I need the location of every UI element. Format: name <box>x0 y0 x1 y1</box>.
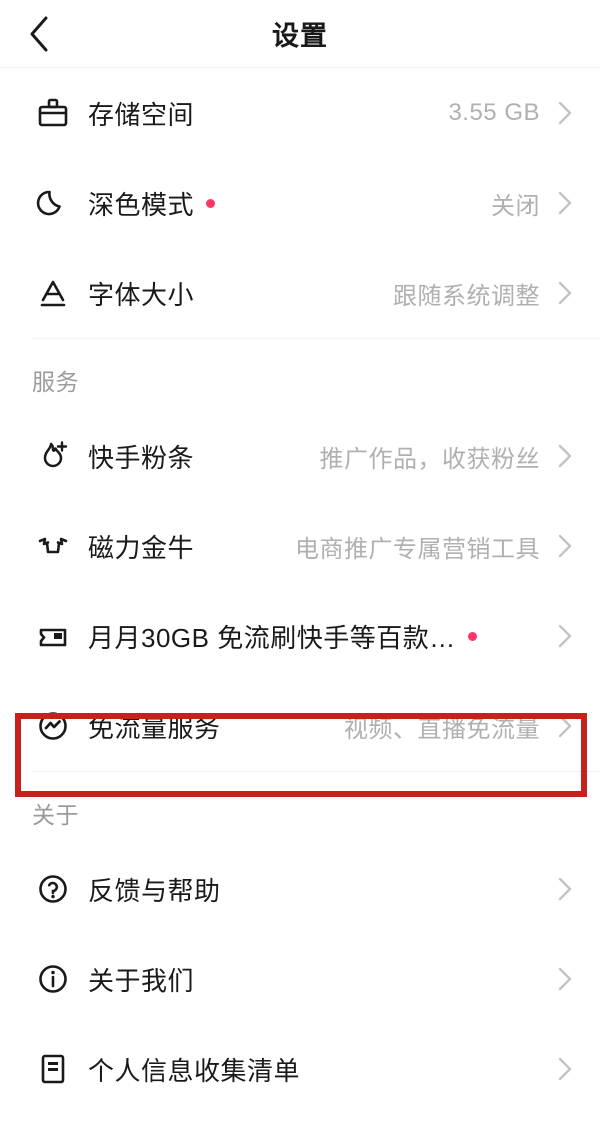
font-size-a-icon <box>32 272 74 314</box>
settings-row-value: 电商推广专属营销工具 <box>295 535 540 563</box>
app-header: 设置 <box>0 0 600 68</box>
settings-row-value: 关闭 <box>491 192 540 220</box>
chevron-right-icon <box>552 1056 578 1082</box>
section-header-about: 关于 <box>32 802 79 828</box>
settings-list-general: 存储空间 3.55 GB 深色模式 关闭 字体大小 跟随系统调整 <box>0 68 600 338</box>
row-label-container: 深色模式 <box>88 185 479 222</box>
settings-row-label: 磁力金牛 <box>88 532 195 563</box>
section-header-services: 服务 <box>32 369 79 395</box>
page-title: 设置 <box>272 21 328 51</box>
settings-row-storage[interactable]: 存储空间 3.55 GB <box>0 68 600 158</box>
info-circle-icon <box>32 958 74 1000</box>
bull-head-icon <box>32 525 74 567</box>
row-label-container: 关于我们 <box>88 961 528 998</box>
chevron-right-icon <box>552 876 578 902</box>
new-badge-dot <box>206 198 216 208</box>
row-label-container: 快手粉条 <box>88 438 308 475</box>
settings-row-label: 免流量服务 <box>88 712 221 743</box>
settings-row-personal-info-list[interactable]: 个人信息收集清单 <box>0 1024 600 1114</box>
sim-card-icon <box>32 615 74 657</box>
settings-row-value: 跟随系统调整 <box>393 282 540 310</box>
chevron-right-icon <box>552 280 578 306</box>
row-label-container: 反馈与帮助 <box>88 871 528 908</box>
chevron-right-icon <box>552 623 578 649</box>
document-list-icon <box>32 1048 74 1090</box>
row-label-container: 字体大小 <box>88 275 381 312</box>
settings-screen: 设置 存储空间 3.55 GB 深色模式 关闭 字体大小 跟随系统调整 服务 快… <box>0 0 600 1130</box>
settings-list-services: 快手粉条 推广作品，收获粉丝 磁力金牛 电商推广专属营销工具 月月30GB 免流… <box>0 411 600 771</box>
settings-row-label: 字体大小 <box>88 279 195 310</box>
new-badge-dot <box>467 631 477 641</box>
settings-row-label: 反馈与帮助 <box>88 875 221 906</box>
moon-icon <box>32 182 74 224</box>
chevron-right-icon <box>552 190 578 216</box>
settings-row-cili-jinniu[interactable]: 磁力金牛 电商推广专属营销工具 <box>0 501 600 591</box>
row-label-container: 免流量服务 <box>88 708 332 745</box>
back-button[interactable] <box>26 12 70 56</box>
chevron-right-icon <box>552 100 578 126</box>
flame-plus-icon <box>32 435 74 477</box>
settings-row-value: 3.55 GB <box>448 99 540 126</box>
settings-row-label: 深色模式 <box>88 189 195 220</box>
row-label-container: 月月30GB 免流刷快手等百款… <box>88 618 528 655</box>
row-label-container: 个人信息收集清单 <box>88 1051 528 1088</box>
settings-row-font-size[interactable]: 字体大小 跟随系统调整 <box>0 248 600 338</box>
settings-row-label: 快手粉条 <box>88 442 195 473</box>
settings-row-value: 推广作品，收获粉丝 <box>319 445 540 473</box>
lightning-circle-icon <box>32 705 74 747</box>
settings-row-label: 存储空间 <box>88 99 195 130</box>
chevron-right-icon <box>552 713 578 739</box>
row-label-container: 存储空间 <box>88 95 436 132</box>
settings-row-value: 视频、直播免流量 <box>344 715 540 743</box>
chevron-left-icon <box>30 16 48 51</box>
settings-row-feedback-help[interactable]: 反馈与帮助 <box>0 844 600 934</box>
settings-row-about-us[interactable]: 关于我们 <box>0 934 600 1024</box>
settings-row-label: 关于我们 <box>88 965 195 996</box>
settings-row-monthly-data[interactable]: 月月30GB 免流刷快手等百款… <box>0 591 600 681</box>
settings-row-kuaishou-fentiao[interactable]: 快手粉条 推广作品，收获粉丝 <box>0 411 600 501</box>
question-circle-icon <box>32 868 74 910</box>
settings-row-dark-mode[interactable]: 深色模式 关闭 <box>0 158 600 248</box>
settings-list-about: 反馈与帮助 关于我们 个人信息收集清单 <box>0 844 600 1114</box>
chevron-right-icon <box>552 443 578 469</box>
row-label-container: 磁力金牛 <box>88 528 283 565</box>
settings-row-label: 个人信息收集清单 <box>88 1055 301 1086</box>
chevron-right-icon <box>552 533 578 559</box>
storage-bucket-icon <box>32 92 74 134</box>
settings-row-free-data-service[interactable]: 免流量服务 视频、直播免流量 <box>0 681 600 771</box>
chevron-right-icon <box>552 966 578 992</box>
settings-row-label: 月月30GB 免流刷快手等百款… <box>88 622 456 653</box>
